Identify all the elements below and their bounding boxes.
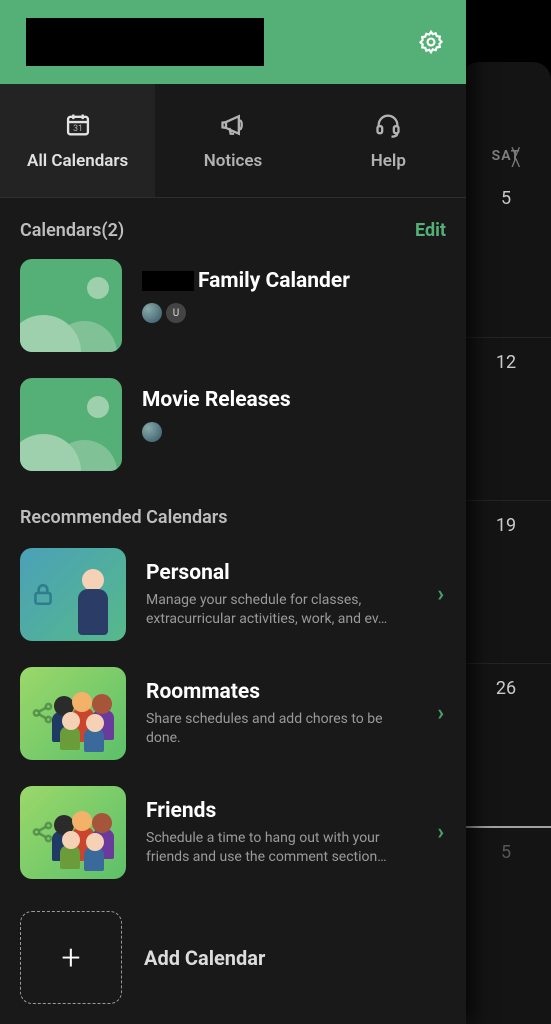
megaphone-icon xyxy=(218,110,248,140)
calendar-cell[interactable]: 5 xyxy=(461,174,551,337)
calendar-cell[interactable]: 26 xyxy=(461,663,551,826)
masked-text xyxy=(142,271,194,291)
weekday-header: SAT xyxy=(461,148,551,164)
collapse-expand-icon[interactable]: ˅˄ xyxy=(510,147,521,169)
recommended-description: Schedule a time to hang out with your fr… xyxy=(146,829,406,867)
recommended-thumbnail xyxy=(20,667,126,760)
cartoon-group-icon xyxy=(48,692,124,760)
calendar-name: Movie Releases xyxy=(142,388,446,412)
calendar-thumbnail xyxy=(20,259,122,352)
calendar-item-movies[interactable]: Movie Releases xyxy=(20,378,446,471)
tab-label: Help xyxy=(371,151,406,171)
gear-icon xyxy=(418,29,444,55)
calendar-thumbnail xyxy=(20,378,122,471)
app-logo-masked xyxy=(26,18,264,66)
calendar-cell[interactable]: 12 xyxy=(461,337,551,500)
chevron-right-icon: › xyxy=(437,701,446,726)
calendar-cell[interactable]: 5 xyxy=(461,826,551,989)
member-avatars xyxy=(142,422,446,442)
recommended-item-roommates[interactable]: Roommates Share schedules and add chores… xyxy=(0,667,466,786)
recommended-name: Personal xyxy=(146,561,417,585)
recommended-item-friends[interactable]: Friends Schedule a time to hang out with… xyxy=(0,786,466,905)
recommended-thumbnail xyxy=(20,548,126,641)
chevron-right-icon: › xyxy=(437,820,446,845)
member-avatars: U xyxy=(142,303,446,323)
calendar-name: Family Calander xyxy=(142,269,446,293)
settings-button[interactable] xyxy=(416,27,446,57)
add-calendar-button[interactable]: + Add Calendar xyxy=(0,905,466,1004)
edit-calendars-button[interactable]: Edit xyxy=(415,220,446,241)
recommended-name: Friends xyxy=(146,799,417,823)
lock-icon xyxy=(30,581,58,609)
drawer-tabs: 31 All Calendars Notices Help xyxy=(0,84,466,198)
background-calendar-column: ˅˄ SAT 5 12 19 26 5 xyxy=(461,62,551,1024)
tab-help[interactable]: Help xyxy=(311,84,466,197)
svg-text:31: 31 xyxy=(73,124,83,134)
add-calendar-label: Add Calendar xyxy=(144,946,265,970)
avatar: U xyxy=(166,303,186,323)
headset-icon xyxy=(373,110,403,140)
recommended-section-title: Recommended Calendars xyxy=(0,497,466,548)
cartoon-group-icon xyxy=(48,811,124,879)
calendar-item-family[interactable]: Family Calander U xyxy=(20,259,446,352)
tab-all-calendars[interactable]: 31 All Calendars xyxy=(0,84,155,197)
sidebar-drawer: 31 All Calendars Notices Help Calendars(… xyxy=(0,0,466,1024)
avatar xyxy=(142,303,162,323)
recommended-thumbnail xyxy=(20,786,126,879)
tab-label: Notices xyxy=(204,151,263,171)
recommended-name: Roommates xyxy=(146,680,417,704)
calendar-cell[interactable]: 19 xyxy=(461,500,551,663)
tab-notices[interactable]: Notices xyxy=(155,84,310,197)
recommended-description: Manage your schedule for classes, extrac… xyxy=(146,591,406,629)
tab-label: All Calendars xyxy=(27,151,128,171)
plus-icon: + xyxy=(20,911,122,1004)
calendar-icon: 31 xyxy=(63,110,93,140)
chevron-right-icon: › xyxy=(437,582,446,607)
avatar xyxy=(142,422,162,442)
calendars-section-title: Calendars(2) xyxy=(20,220,124,241)
recommended-item-personal[interactable]: Personal Manage your schedule for classe… xyxy=(0,548,466,667)
drawer-header xyxy=(0,0,466,84)
calendars-section-header: Calendars(2) Edit xyxy=(0,198,466,259)
cartoon-person-icon xyxy=(64,563,122,641)
recommended-description: Share schedules and add chores to be don… xyxy=(146,710,406,748)
